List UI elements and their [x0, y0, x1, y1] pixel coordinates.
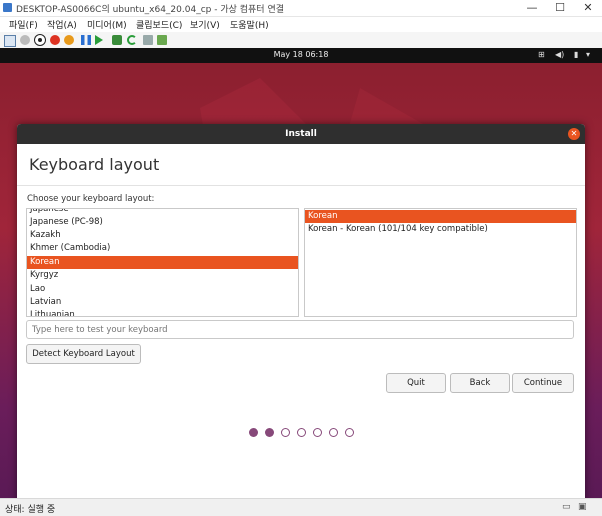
host-title-bar: DESKTOP-AS0066C의 ubuntu_x64_20.04_cp - 가…	[0, 0, 602, 17]
list-item[interactable]: Lithuanian	[27, 309, 298, 316]
list-item[interactable]: Latvian	[27, 296, 298, 309]
battery-icon[interactable]: ▮	[574, 50, 578, 59]
menu-file[interactable]: 파일(F)	[9, 18, 38, 31]
checkpoint-icon[interactable]	[112, 35, 122, 45]
list-item[interactable]: Khmer (Cambodia)	[27, 242, 298, 255]
progress-dot	[297, 428, 306, 437]
close-button[interactable]: ✕	[574, 0, 602, 16]
page-title: Keyboard layout	[29, 155, 160, 174]
status-bar: 상태: 실행 중 ▭ ▣	[0, 498, 602, 516]
title-divider	[17, 185, 585, 186]
keyboard-test-input[interactable]	[26, 320, 574, 339]
list-item[interactable]: Lao	[27, 283, 298, 296]
window-title: DESKTOP-AS0066C의 ubuntu_x64_20.04_cp - 가…	[16, 5, 285, 15]
detect-layout-button[interactable]: Detect Keyboard Layout	[26, 344, 141, 364]
volume-icon[interactable]: ◀)	[555, 50, 564, 59]
minimize-button[interactable]: —	[518, 0, 546, 16]
status-text: 상태: 실행 중	[5, 505, 56, 515]
dialog-close-icon[interactable]: ✕	[568, 128, 580, 140]
start-icon[interactable]	[20, 35, 30, 45]
ctrl-alt-del-icon[interactable]	[4, 35, 16, 47]
variant-item[interactable]: Korean - Korean (101/104 key compatible)	[305, 223, 576, 236]
vm-connect-app-icon	[3, 3, 12, 12]
turn-off-icon[interactable]	[35, 35, 45, 45]
reset-icon[interactable]	[95, 35, 103, 45]
dialog-title: Install	[17, 124, 585, 144]
variant-item-selected[interactable]: Korean	[305, 210, 576, 223]
pause-icon[interactable]	[81, 35, 91, 45]
revert-icon[interactable]	[127, 35, 137, 45]
system-menu-chevron-icon[interactable]: ▾	[586, 50, 590, 59]
menu-clipboard[interactable]: 클립보드(C)	[136, 18, 182, 31]
ubuntu-top-bar: May 18 06:18 ⊞ ◀) ▮ ▾	[0, 48, 602, 63]
share-icon[interactable]	[157, 35, 167, 45]
list-item[interactable]: Japanese	[27, 209, 298, 216]
network-icon[interactable]: ⊞	[538, 50, 545, 59]
progress-dot	[265, 428, 274, 437]
clock[interactable]: May 18 06:18	[0, 50, 602, 59]
continue-button[interactable]: Continue	[512, 373, 574, 393]
progress-dot	[329, 428, 338, 437]
menu-action[interactable]: 작업(A)	[47, 18, 77, 31]
back-button[interactable]: Back	[450, 373, 510, 393]
variant-list[interactable]: Korean Korean - Korean (101/104 key comp…	[304, 208, 577, 317]
choose-layout-label: Choose your keyboard layout:	[27, 194, 155, 204]
menu-help[interactable]: 도움말(H)	[230, 18, 269, 31]
menu-media[interactable]: 미디어(M)	[87, 18, 127, 31]
save-icon[interactable]	[64, 35, 74, 45]
maximize-button[interactable]: ☐	[546, 0, 574, 16]
menu-bar: 파일(F) 작업(A) 미디어(M) 클립보드(C) 보기(V) 도움말(H)	[0, 17, 602, 32]
lock-icon: ▣	[578, 502, 587, 512]
keyboard-icon: ▭	[562, 502, 571, 512]
progress-dot	[281, 428, 290, 437]
list-item-selected[interactable]: Korean	[27, 256, 298, 269]
layout-list[interactable]: Japanese Japanese (PC-98) Kazakh Khmer (…	[26, 208, 299, 317]
menu-view[interactable]: 보기(V)	[190, 18, 220, 31]
shutdown-icon[interactable]	[50, 35, 60, 45]
enhanced-session-icon[interactable]	[143, 35, 153, 45]
list-item[interactable]: Kazakh	[27, 229, 298, 242]
list-item[interactable]: Japanese (PC-98)	[27, 216, 298, 229]
toolbar	[0, 32, 602, 49]
progress-dot	[249, 428, 258, 437]
install-dialog: Install ✕ Keyboard layout Choose your ke…	[17, 124, 585, 508]
list-item[interactable]: Kyrgyz	[27, 269, 298, 282]
progress-dot	[313, 428, 322, 437]
progress-dot	[345, 428, 354, 437]
quit-button[interactable]: Quit	[386, 373, 446, 393]
